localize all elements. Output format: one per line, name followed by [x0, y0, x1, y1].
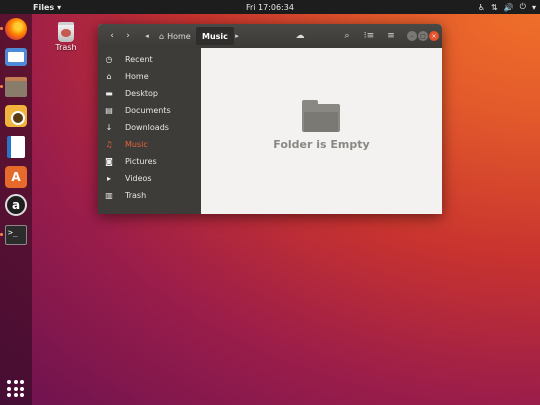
breadcrumb-home[interactable]: ⌂ Home — [154, 28, 197, 44]
network-icon[interactable]: ⇅ — [491, 3, 498, 12]
dock-files[interactable] — [0, 74, 29, 100]
clock-icon: ◷ — [105, 54, 113, 64]
dock-software[interactable]: A — [3, 164, 29, 190]
sidebar-item-label: Downloads — [125, 122, 169, 132]
search-icon: ⌕ — [344, 31, 350, 41]
desktop-trash[interactable]: Trash — [52, 22, 80, 52]
sidebar-item-documents[interactable]: ▤ Documents — [98, 102, 201, 118]
volume-icon[interactable]: 🔊 — [504, 3, 514, 12]
sidebar-item-label: Home — [125, 71, 149, 81]
document-icon: ▤ — [105, 105, 113, 115]
rhythmbox-icon — [5, 105, 27, 127]
sidebar-item-label: Recent — [125, 54, 153, 64]
dock-writer[interactable] — [3, 134, 29, 160]
sidebar-item-label: Desktop — [125, 88, 158, 98]
app-menu[interactable]: Files ▾ — [33, 3, 61, 12]
sidebar-item-label: Music — [125, 139, 148, 149]
empty-folder-message: Folder is Empty — [273, 138, 370, 151]
sidebar-item-downloads[interactable]: ↓ Downloads — [98, 119, 201, 135]
firefox-icon — [5, 18, 27, 40]
sidebar-item-label: Videos — [125, 173, 152, 183]
camera-icon: ◙ — [105, 156, 113, 166]
top-panel: Files ▾ Fri 17:06:34 ♿ ⇅ 🔊 ⏻ ▾ — [0, 0, 540, 14]
maximize-button[interactable]: □ — [418, 31, 428, 41]
download-icon: ↓ — [105, 122, 113, 132]
breadcrumb-home-label: Home — [167, 31, 191, 41]
trash-icon: ▥ — [105, 190, 113, 200]
dock-amazon[interactable]: a — [3, 192, 29, 218]
close-button[interactable]: × — [429, 31, 439, 41]
terminal-icon: >_ — [5, 225, 27, 245]
video-icon: ▸ — [106, 173, 111, 183]
show-applications-icon — [7, 380, 25, 398]
sidebar-item-label: Pictures — [125, 156, 157, 166]
home-icon: ⌂ — [159, 31, 165, 41]
sidebar-item-videos[interactable]: ▸ Videos — [98, 170, 201, 186]
trash-icon — [58, 22, 74, 42]
sidebar-item-recent[interactable]: ◷ Recent — [98, 51, 201, 67]
dock-rhythmbox[interactable] — [3, 103, 29, 129]
chevron-down-icon[interactable]: ▾ — [532, 3, 536, 12]
path-scroll-right-icon[interactable]: ▸ — [232, 28, 242, 44]
music-icon: ♫ — [105, 139, 113, 149]
show-applications-button[interactable] — [3, 376, 29, 402]
sidebar-item-home[interactable]: ⌂ Home — [98, 68, 201, 84]
folder-icon: ▬ — [105, 88, 113, 98]
files-icon — [5, 77, 27, 97]
list-view-icon: ⁝≡ — [363, 31, 375, 41]
dock-thunderbird[interactable] — [3, 44, 29, 70]
hamburger-icon: ≡ — [387, 31, 395, 41]
sidebar-item-label: Trash — [125, 190, 147, 200]
sidebar-item-trash[interactable]: ▥ Trash — [98, 187, 201, 203]
back-button[interactable]: ‹ — [104, 28, 120, 44]
cloud-icon: ☁ — [295, 31, 305, 41]
clock[interactable]: Fri 17:06:34 — [0, 3, 540, 12]
app-menu-label: Files — [33, 2, 55, 12]
sidebar-item-pictures[interactable]: ◙ Pictures — [98, 153, 201, 169]
chevron-down-icon: ▾ — [57, 2, 62, 12]
thunderbird-icon — [5, 48, 27, 66]
minimize-button[interactable]: – — [407, 31, 417, 41]
home-icon: ⌂ — [106, 71, 112, 81]
libreoffice-writer-icon — [7, 136, 25, 158]
system-tray[interactable]: ♿ ⇅ 🔊 ⏻ ▾ — [478, 0, 536, 14]
dock-terminal[interactable]: >_ — [0, 222, 29, 248]
header-bar: ‹ › ◂ ⌂ Home Music ▸ ☁ ⌕ ⁝≡ ≡ – □ × — [98, 24, 442, 48]
amazon-icon: a — [5, 194, 27, 216]
search-button[interactable]: ⌕ — [340, 28, 354, 44]
dock-firefox[interactable] — [0, 16, 29, 42]
dock: A a >_ — [0, 14, 32, 405]
files-window: ‹ › ◂ ⌂ Home Music ▸ ☁ ⌕ ⁝≡ ≡ – □ × ◷ Re… — [98, 24, 442, 214]
menu-button[interactable]: ≡ — [384, 28, 398, 44]
sidebar: ◷ Recent ⌂ Home ▬ Desktop ▤ Documents ↓ … — [98, 48, 201, 214]
folder-icon — [302, 100, 340, 132]
ubuntu-software-icon: A — [5, 166, 27, 188]
power-icon[interactable]: ⏻ — [520, 2, 526, 12]
sidebar-item-desktop[interactable]: ▬ Desktop — [98, 85, 201, 101]
desktop-trash-label: Trash — [55, 43, 77, 52]
path-scroll-left-icon[interactable]: ◂ — [142, 28, 152, 44]
view-options-button[interactable]: ⁝≡ — [362, 28, 376, 44]
sidebar-item-label: Documents — [125, 105, 171, 115]
sidebar-item-music[interactable]: ♫ Music — [98, 136, 201, 152]
accessibility-icon[interactable]: ♿ — [478, 3, 485, 12]
file-view[interactable]: Folder is Empty — [201, 48, 442, 214]
breadcrumb-current[interactable]: Music — [196, 27, 234, 45]
forward-button[interactable]: › — [120, 28, 136, 44]
